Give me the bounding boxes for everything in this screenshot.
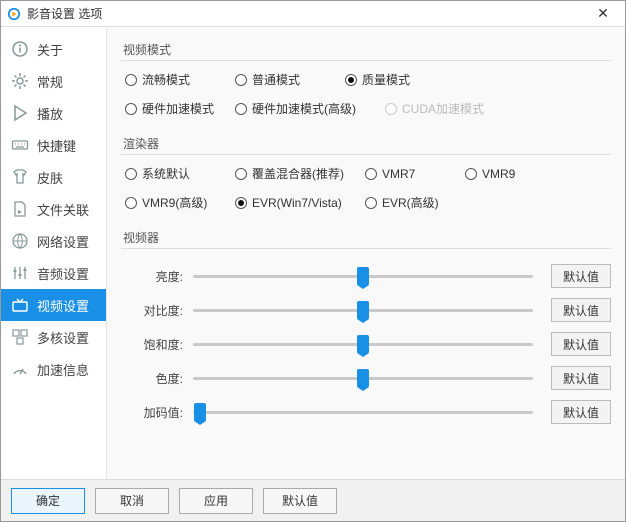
slider-label: 饱和度: — [121, 336, 187, 353]
slider-saturation[interactable] — [193, 334, 533, 354]
default-button-hue[interactable]: 默认值 — [551, 366, 611, 390]
sidebar-item-skin[interactable]: 皮肤 — [1, 161, 106, 193]
sidebar-item-network[interactable]: 网络设置 — [1, 225, 106, 257]
slider-contrast[interactable] — [193, 300, 533, 320]
default-button-contrast[interactable]: 默认值 — [551, 298, 611, 322]
info-icon — [11, 40, 29, 58]
slider-hue[interactable] — [193, 368, 533, 388]
radio-cuda-mode: CUDA加速模式 — [385, 100, 484, 117]
cancel-button[interactable]: 取消 — [95, 488, 169, 514]
gear-icon — [11, 72, 29, 90]
sidebar-label: 网络设置 — [37, 232, 89, 251]
radio-renderer-vmr9adv[interactable]: VMR9(高级) — [125, 194, 235, 211]
sidebar-item-audio[interactable]: 音频设置 — [1, 257, 106, 289]
sidebar-item-video[interactable]: 视频设置 — [1, 289, 106, 321]
default-button-brightness[interactable]: 默认值 — [551, 264, 611, 288]
sidebar-item-accel[interactable]: 加速信息 — [1, 353, 106, 385]
sidebar-item-hotkey[interactable]: 快捷键 — [1, 129, 106, 161]
sidebar-label: 常规 — [37, 72, 63, 91]
radio-renderer-default[interactable]: 系统默认 — [125, 165, 235, 182]
sidebar-label: 播放 — [37, 104, 63, 123]
app-logo-icon — [7, 7, 21, 21]
keyboard-icon — [11, 136, 29, 154]
sidebar-label: 关于 — [37, 40, 63, 59]
radio-normal-mode[interactable]: 普通模式 — [235, 71, 345, 88]
group-title: 渲染器 — [121, 131, 611, 154]
ok-button[interactable]: 确定 — [11, 488, 85, 514]
slider-row-saturation: 饱和度: 默认值 — [121, 327, 611, 361]
group-video-mode: 视频模式 流畅模式 普通模式 质量模式 硬件加速模式 硬件加速模式(高级) CU… — [121, 37, 611, 125]
sidebar-item-general[interactable]: 常规 — [1, 65, 106, 97]
radio-renderer-vmr9[interactable]: VMR9 — [465, 165, 515, 182]
sidebar-item-playback[interactable]: 播放 — [1, 97, 106, 129]
play-icon — [11, 104, 29, 122]
file-icon — [11, 200, 29, 218]
radio-renderer-evradv[interactable]: EVR(高级) — [365, 194, 465, 211]
slider-row-overdrive: 加码值: 默认值 — [121, 395, 611, 429]
tv-icon — [11, 296, 29, 314]
sidebar: 关于 常规 播放 快捷键 皮肤 文件关联 — [1, 27, 107, 479]
gauge-icon — [11, 360, 29, 378]
sidebar-item-about[interactable]: 关于 — [1, 33, 106, 65]
sidebar-label: 加速信息 — [37, 360, 89, 379]
radio-smooth-mode[interactable]: 流畅模式 — [125, 71, 235, 88]
sidebar-label: 快捷键 — [37, 136, 76, 155]
slider-label: 亮度: — [121, 268, 187, 285]
sidebar-label: 视频设置 — [37, 296, 89, 315]
slider-label: 对比度: — [121, 302, 187, 319]
slider-label: 加码值: — [121, 404, 187, 421]
sidebar-item-file-assoc[interactable]: 文件关联 — [1, 193, 106, 225]
main-panel: 视频模式 流畅模式 普通模式 质量模式 硬件加速模式 硬件加速模式(高级) CU… — [107, 27, 625, 479]
globe-icon — [11, 232, 29, 250]
default-button-saturation[interactable]: 默认值 — [551, 332, 611, 356]
slider-row-hue: 色度: 默认值 — [121, 361, 611, 395]
slider-overdrive[interactable] — [193, 402, 533, 422]
radio-quality-mode[interactable]: 质量模式 — [345, 71, 455, 88]
group-title: 视频模式 — [121, 37, 611, 60]
close-button[interactable]: ✕ — [587, 3, 619, 25]
sidebar-item-multicore[interactable]: 多核设置 — [1, 321, 106, 353]
titlebar: 影音设置 选项 ✕ — [1, 1, 625, 27]
group-title: 视频器 — [121, 225, 611, 248]
settings-dialog: 影音设置 选项 ✕ 关于 常规 播放 快捷键 皮肤 — [0, 0, 626, 522]
apply-button[interactable]: 应用 — [179, 488, 253, 514]
slider-label: 色度: — [121, 370, 187, 387]
defaults-button[interactable]: 默认值 — [263, 488, 337, 514]
sidebar-label: 皮肤 — [37, 168, 63, 187]
radio-renderer-evr[interactable]: EVR(Win7/Vista) — [235, 194, 365, 211]
cores-icon — [11, 328, 29, 346]
radio-hwaccel-mode[interactable]: 硬件加速模式 — [125, 100, 235, 117]
sidebar-label: 音频设置 — [37, 264, 89, 283]
group-renderer: 渲染器 系统默认 覆盖混合器(推荐) VMR7 VMR9 VMR9(高级) EV… — [121, 131, 611, 219]
slider-row-brightness: 亮度: 默认值 — [121, 259, 611, 293]
sidebar-label: 文件关联 — [37, 200, 89, 219]
default-button-overdrive[interactable]: 默认值 — [551, 400, 611, 424]
sidebar-label: 多核设置 — [37, 328, 89, 347]
slider-row-contrast: 对比度: 默认值 — [121, 293, 611, 327]
shirt-icon — [11, 168, 29, 186]
radio-renderer-overlay[interactable]: 覆盖混合器(推荐) — [235, 165, 365, 182]
slider-brightness[interactable] — [193, 266, 533, 286]
radio-hwaccel-adv-mode[interactable]: 硬件加速模式(高级) — [235, 100, 385, 117]
window-title: 影音设置 选项 — [27, 5, 102, 22]
footer: 确定 取消 应用 默认值 — [1, 479, 625, 521]
radio-renderer-vmr7[interactable]: VMR7 — [365, 165, 465, 182]
group-video-proc: 视频器 亮度: 默认值 对比度: 默认值 饱和度: — [121, 225, 611, 429]
sliders-icon — [11, 264, 29, 282]
